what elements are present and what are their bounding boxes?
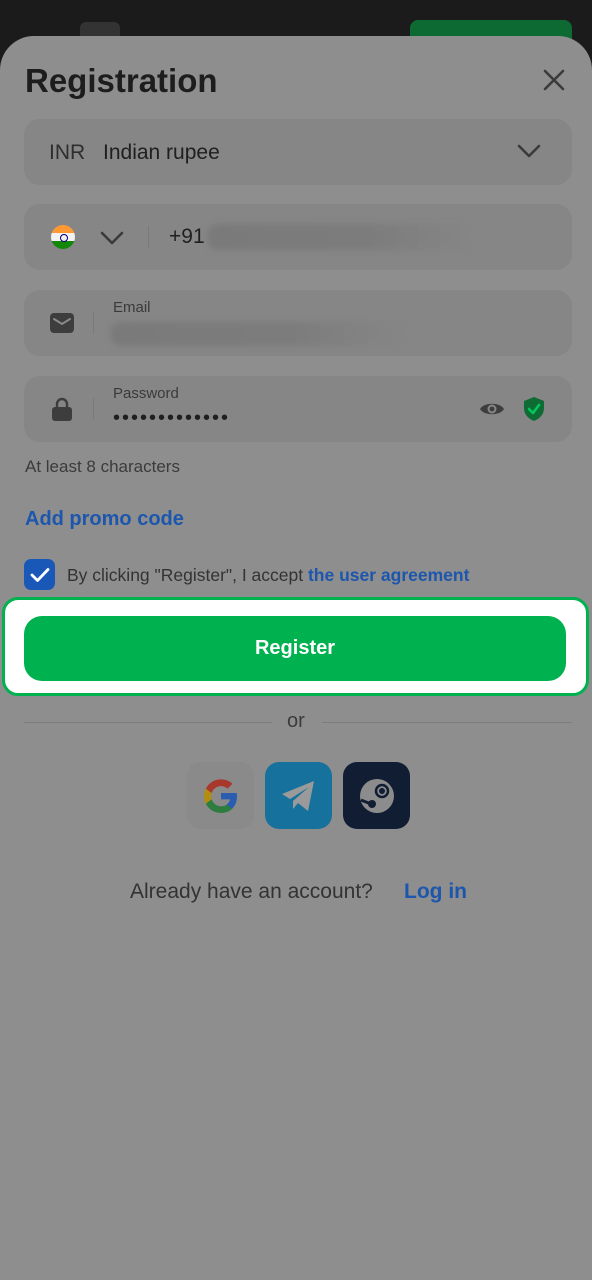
divider-right — [322, 722, 572, 723]
shield-check-icon — [524, 397, 544, 421]
divider — [93, 312, 94, 334]
phone-prefix: +91 — [169, 225, 205, 248]
eye-icon[interactable] — [479, 399, 505, 419]
password-label: Password — [113, 385, 179, 402]
country-chevron-down-icon[interactable] — [100, 230, 124, 246]
steam-login-button[interactable] — [343, 762, 410, 829]
steam-icon — [359, 778, 394, 813]
divider — [93, 398, 94, 420]
password-value: ••••••••••••• — [113, 407, 231, 429]
user-agreement-link[interactable]: the user agreement — [308, 565, 469, 585]
telegram-login-button[interactable] — [265, 762, 332, 829]
agreement-checkbox[interactable] — [24, 559, 55, 590]
lock-icon — [50, 397, 74, 421]
chevron-down-icon — [517, 144, 541, 158]
or-divider-text: or — [287, 710, 305, 732]
already-have-account-text: Already have an account? — [130, 880, 373, 903]
email-value-redacted — [110, 322, 410, 346]
register-button[interactable]: Register — [24, 616, 566, 681]
close-button[interactable] — [536, 62, 572, 98]
currency-select[interactable]: INR Indian rupee — [24, 119, 572, 185]
currency-code: INR — [49, 141, 86, 164]
agreement-prefix: By clicking "Register", I accept — [67, 565, 308, 585]
phone-field[interactable]: +91 — [24, 204, 572, 270]
email-label: Email — [113, 299, 151, 316]
add-promo-code-link[interactable]: Add promo code — [25, 508, 184, 531]
currency-name: Indian rupee — [103, 141, 220, 164]
phone-number-redacted — [207, 224, 477, 250]
page-title: Registration — [25, 62, 218, 99]
log-in-link[interactable]: Log in — [404, 880, 467, 904]
divider — [148, 226, 149, 248]
password-field[interactable]: Password ••••••••••••• — [24, 376, 572, 442]
divider-left — [24, 722, 272, 723]
google-icon — [203, 778, 237, 813]
close-icon — [543, 69, 565, 91]
telegram-icon — [281, 780, 314, 811]
agreement-text: By clicking "Register", I accept the use… — [67, 565, 469, 586]
mail-icon — [50, 312, 74, 334]
password-hint: At least 8 characters — [25, 457, 180, 476]
google-login-button[interactable] — [187, 762, 254, 829]
email-field[interactable]: Email — [24, 290, 572, 356]
checkmark-icon — [30, 567, 49, 582]
india-flag-icon — [51, 225, 75, 249]
